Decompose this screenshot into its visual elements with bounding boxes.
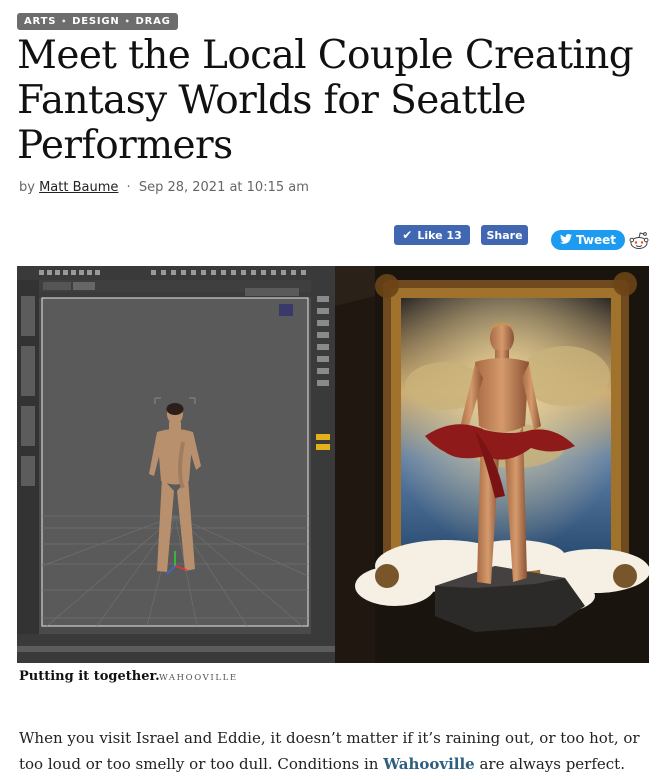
article-headline: Meet the Local Couple Creating Fantasy W… xyxy=(17,33,634,168)
article-image xyxy=(17,266,649,663)
fantasy-render-image xyxy=(335,266,649,663)
tag-drag[interactable]: DRAG xyxy=(136,16,171,27)
author-link[interactable]: Matt Baume xyxy=(39,180,118,195)
reddit-icon[interactable] xyxy=(628,230,650,252)
article-paragraph: When you visit Israel and Eddie, it does… xyxy=(19,725,649,777)
facebook-like-button[interactable]: ✔ Like 13 xyxy=(394,225,470,245)
wahooville-link[interactable]: Wahooville xyxy=(383,755,475,773)
image-credit: WAHOOVILLE xyxy=(159,673,238,683)
publish-date: Sep 28, 2021 at 10:15 am xyxy=(138,180,309,195)
byline-prefix: by xyxy=(19,180,35,195)
tweet-label: Tweet xyxy=(576,233,616,247)
share-label: Share xyxy=(486,228,523,242)
paragraph-text-end: are always perfect. xyxy=(474,755,625,773)
article-byline: by Matt Baume · Sep 28, 2021 at 10:15 am xyxy=(19,180,309,195)
thumbs-up-icon: ✔ xyxy=(402,228,413,242)
like-label: Like 13 xyxy=(417,228,462,242)
tag-separator: • xyxy=(61,17,68,26)
tag-arts[interactable]: ARTS xyxy=(24,16,56,27)
tag-separator: • xyxy=(124,17,131,26)
byline-separator: · xyxy=(126,180,131,195)
facebook-share-button[interactable]: Share xyxy=(481,225,528,245)
image-caption: Putting it together. xyxy=(19,669,160,684)
tweet-button[interactable]: Tweet xyxy=(551,230,625,250)
3d-software-screenshot xyxy=(17,266,335,663)
tag-design[interactable]: DESIGN xyxy=(72,16,119,27)
category-tags: ARTS • DESIGN • DRAG xyxy=(17,13,178,30)
twitter-bird-icon xyxy=(560,233,573,247)
